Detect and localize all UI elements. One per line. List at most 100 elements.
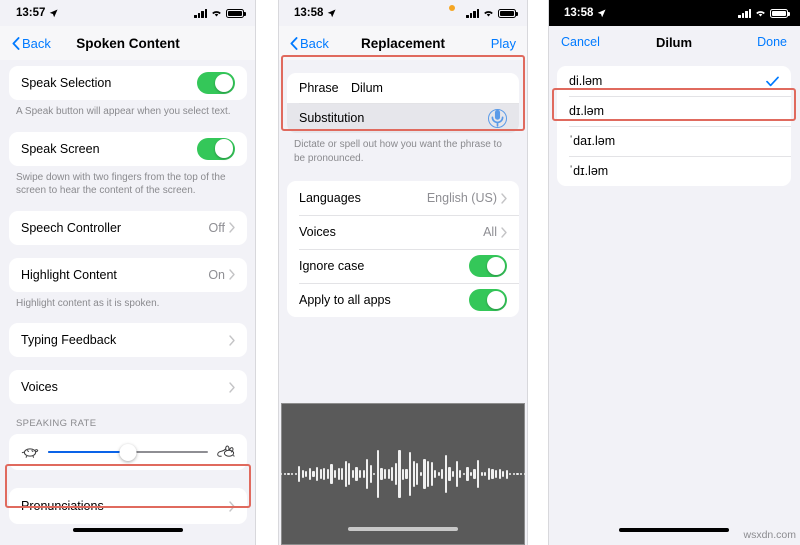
row-speak-selection[interactable]: Speak Selection <box>9 66 247 100</box>
speak-selection-toggle[interactable] <box>197 72 235 94</box>
speak-selection-card: Speak Selection <box>9 66 247 100</box>
cellular-bars-icon <box>738 8 751 18</box>
speaking-rate-header: SPEAKING RATE <box>16 418 97 429</box>
navigation-bar: Back Spoken Content <box>0 26 256 60</box>
replacement-settings-card: Languages English (US) Voices All Ignore… <box>287 181 519 317</box>
pronunciation-option-row[interactable]: ˈdɪ.ləm <box>557 156 791 186</box>
home-indicator <box>348 527 458 531</box>
battery-full-icon <box>498 8 518 18</box>
phrase-label: Phrase <box>299 81 339 95</box>
location-arrow-icon <box>49 8 58 18</box>
row-ignore-case[interactable]: Ignore case <box>287 249 519 283</box>
done-button[interactable]: Done <box>757 35 787 49</box>
back-button[interactable]: Back <box>12 36 51 51</box>
row-speak-screen[interactable]: Speak Screen <box>9 132 247 166</box>
typing-feedback-card: Typing Feedback <box>9 323 247 357</box>
back-label: Back <box>300 35 329 51</box>
substitution-label: Substitution <box>299 111 365 125</box>
chevron-left-icon <box>12 36 20 50</box>
pronunciation-option-row[interactable]: ˈdaɪ.ləm <box>557 126 791 156</box>
orange-recording-dot <box>449 5 455 11</box>
wifi-icon <box>483 9 494 18</box>
speech-controller-value: Off <box>208 220 225 235</box>
audio-waveform <box>278 403 528 545</box>
speak-screen-label: Speak Screen <box>21 141 100 156</box>
phone-panel-replacement: 13:58 Back Replacement Play Phrase Dilum… <box>278 0 528 545</box>
substitution-footnote: Dictate or spell out how you want the ph… <box>294 139 502 164</box>
speak-selection-footnote: A Speak button will appear when you sele… <box>16 106 231 117</box>
chevron-left-icon <box>290 36 298 50</box>
watermark: wsxdn.com <box>743 529 796 541</box>
pronunciation-option-text: dɪ.ləm <box>569 104 605 118</box>
phrase-input[interactable]: Dilum <box>351 81 507 95</box>
pronunciation-option-row[interactable]: dɪ.ləm <box>557 96 791 126</box>
status-bar: 13:58 <box>548 0 800 26</box>
voices-label: Voices <box>21 380 58 394</box>
back-button[interactable]: Back <box>290 36 329 51</box>
pronunciation-sheet: Cancel Dilum Done di.ləm dɪ.ləm ˈdaɪ.ləm <box>548 26 800 545</box>
ignore-case-label: Ignore case <box>299 259 365 273</box>
chevron-right-icon <box>229 334 235 346</box>
home-indicator <box>619 528 729 532</box>
row-highlight-content[interactable]: Highlight Content On <box>9 258 247 292</box>
pronunciation-option-row[interactable]: di.ləm <box>557 66 791 96</box>
rabbit-icon <box>216 445 236 459</box>
speak-selection-label: Speak Selection <box>21 76 112 90</box>
chevron-right-icon <box>229 269 235 280</box>
chevron-right-icon <box>229 500 235 512</box>
wifi-icon <box>211 9 222 18</box>
cellular-bars-icon <box>194 8 207 18</box>
row-pronunciations[interactable]: Pronunciations <box>9 488 247 524</box>
turtle-icon <box>20 445 40 459</box>
row-voices[interactable]: Voices <box>9 370 247 404</box>
pronunciation-option-text: di.ləm <box>569 74 603 88</box>
location-arrow-icon <box>327 8 336 18</box>
pronunciation-option-text: ˈdaɪ.ləm <box>569 134 616 148</box>
wifi-icon <box>755 9 766 18</box>
speech-controller-card: Speech Controller Off <box>9 210 247 245</box>
phone-panel-spoken-content: 13:57 Back Spoken Content Speak Selectio… <box>0 0 256 545</box>
play-button[interactable]: Play <box>491 36 516 51</box>
highlight-content-card: Highlight Content On <box>9 257 247 292</box>
row-substitution[interactable]: Substitution <box>287 103 519 133</box>
highlight-content-label: Highlight Content <box>21 267 117 282</box>
location-arrow-icon <box>597 8 606 18</box>
screenshot-root: 13:57 Back Spoken Content Speak Selectio… <box>0 0 800 545</box>
sheet-navigation-bar: Cancel Dilum Done <box>548 26 800 58</box>
pronunciation-option-text: ˈdɪ.ləm <box>569 164 609 178</box>
pronunciations-card: Pronunciations <box>9 488 247 524</box>
chevron-right-icon <box>501 192 507 204</box>
voices-value: All <box>483 225 497 239</box>
checkmark-icon <box>766 76 779 87</box>
home-indicator <box>73 528 183 532</box>
speech-controller-label: Speech Controller <box>21 220 122 235</box>
languages-value: English (US) <box>426 191 497 205</box>
chevron-right-icon <box>229 381 235 393</box>
voices-card: Voices <box>9 370 247 404</box>
microphone-icon[interactable] <box>488 108 507 128</box>
row-voices[interactable]: Voices All <box>287 215 519 249</box>
status-time: 13:58 <box>294 7 324 19</box>
voices-label: Voices <box>299 225 336 239</box>
ignore-case-toggle[interactable] <box>469 255 507 277</box>
speak-screen-toggle[interactable] <box>197 137 235 160</box>
apply-all-apps-toggle[interactable] <box>469 289 507 311</box>
navigation-bar: Back Replacement Play <box>278 26 528 60</box>
status-bar: 13:57 <box>0 0 256 26</box>
typing-feedback-label: Typing Feedback <box>21 333 117 347</box>
row-phrase[interactable]: Phrase Dilum <box>287 73 519 103</box>
chevron-right-icon <box>229 222 235 233</box>
row-apply-all-apps[interactable]: Apply to all apps <box>287 283 519 317</box>
speaking-rate-slider[interactable] <box>48 443 208 461</box>
status-time: 13:57 <box>16 7 46 19</box>
row-languages[interactable]: Languages English (US) <box>287 181 519 215</box>
highlight-content-value: On <box>208 267 225 282</box>
languages-label: Languages <box>299 191 361 205</box>
speaking-rate-card <box>9 434 247 470</box>
row-speech-controller[interactable]: Speech Controller Off <box>9 211 247 245</box>
battery-full-icon <box>770 8 790 18</box>
speak-screen-footnote: Swipe down with two fingers from the top… <box>16 171 226 197</box>
battery-full-icon <box>226 8 246 18</box>
chevron-right-icon <box>501 226 507 238</box>
row-typing-feedback[interactable]: Typing Feedback <box>9 323 247 357</box>
